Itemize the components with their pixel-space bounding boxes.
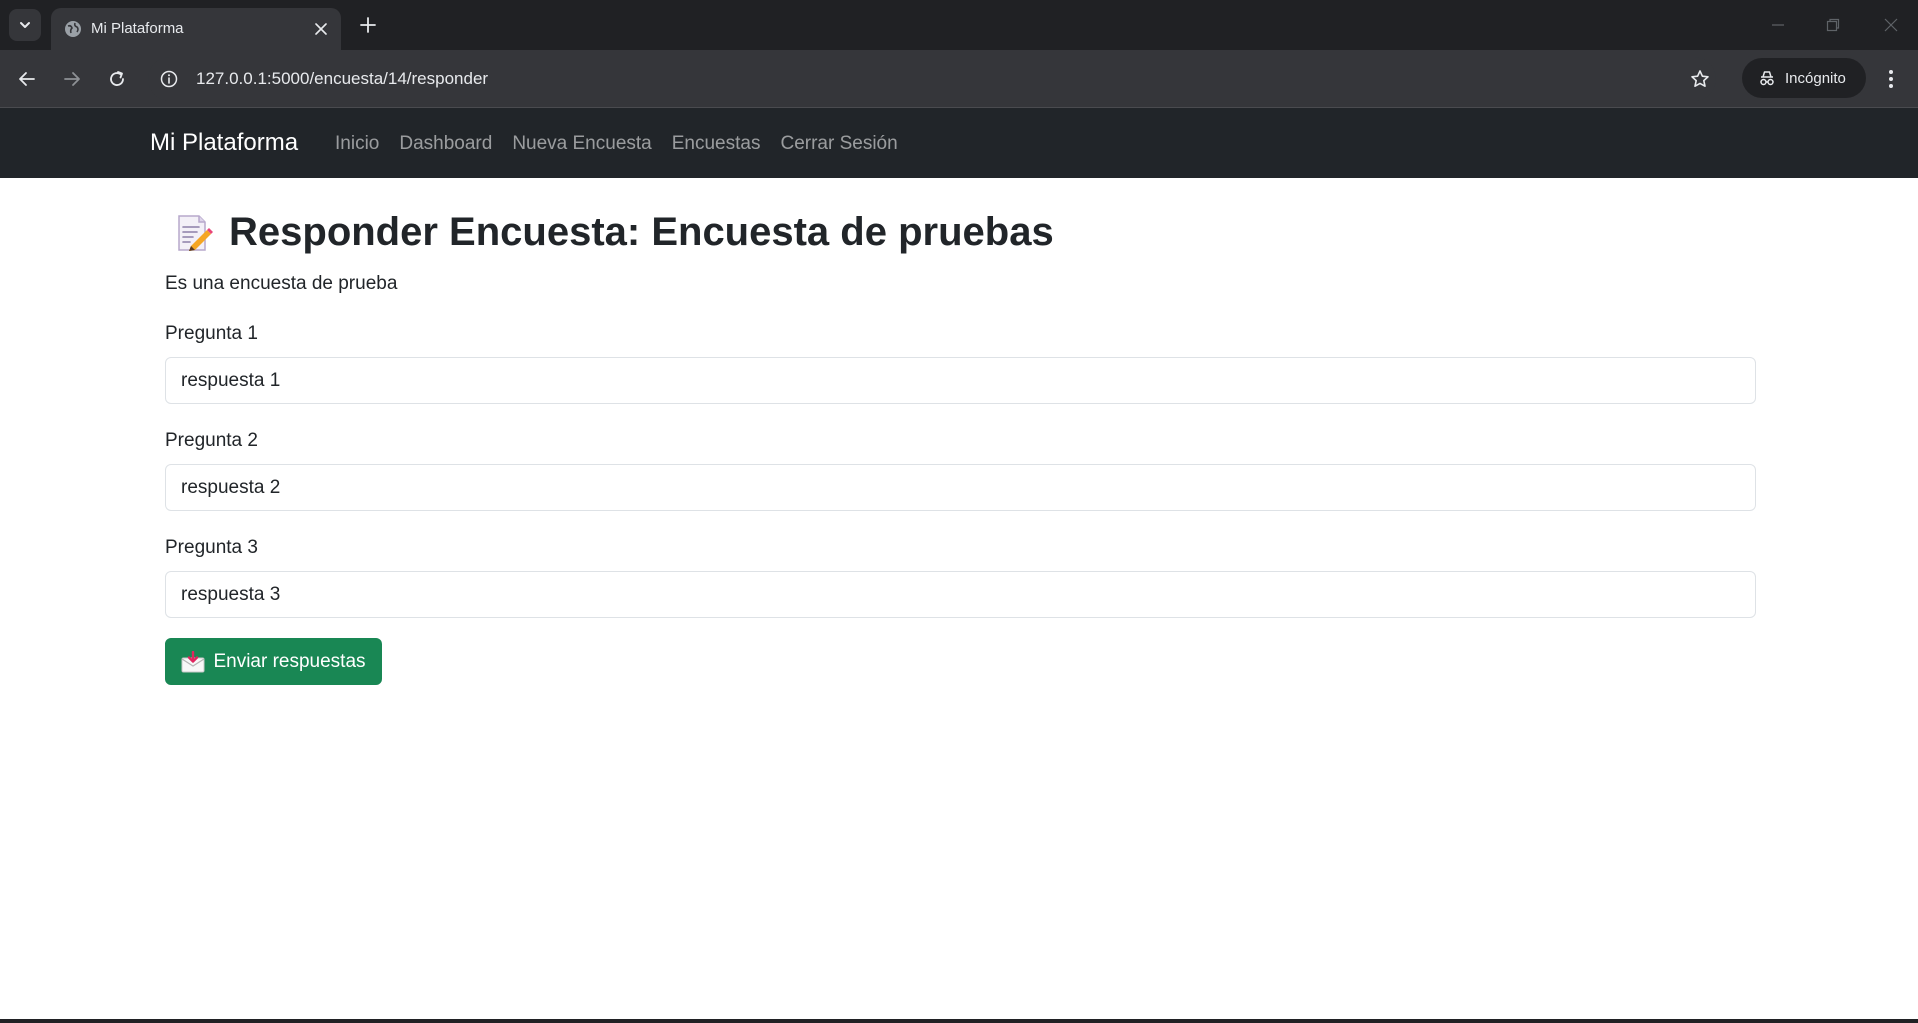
globe-icon <box>65 21 81 37</box>
nav-links: Inicio Dashboard Nueva Encuesta Encuesta… <box>335 133 898 155</box>
browser-toolbar: 127.0.0.1:5000/encuesta/14/responder Inc… <box>0 50 1918 108</box>
minimize-button[interactable] <box>1763 10 1793 40</box>
arrow-right-icon <box>64 72 80 86</box>
page-title-text: Responder Encuesta: Encuesta de pruebas <box>229 210 1054 254</box>
answer-input-2[interactable] <box>165 464 1756 511</box>
reload-icon <box>110 71 124 86</box>
minimize-icon <box>1772 24 1784 26</box>
answer-input-3[interactable] <box>165 571 1756 618</box>
submit-answers-button[interactable]: Enviar respuestas <box>165 638 382 685</box>
nav-link-cerrar-sesion[interactable]: Cerrar Sesión <box>780 133 897 155</box>
star-icon <box>1691 70 1709 87</box>
submit-button-label: Enviar respuestas <box>213 650 366 672</box>
question-label-2: Pregunta 2 <box>165 430 258 451</box>
nav-link-encuestas[interactable]: Encuestas <box>672 133 761 155</box>
tab-close-button[interactable] <box>311 19 331 39</box>
site-info-button[interactable] <box>158 68 180 90</box>
nav-link-dashboard[interactable]: Dashboard <box>399 133 492 155</box>
question-label-3: Pregunta 3 <box>165 537 258 558</box>
incognito-icon <box>1760 71 1774 86</box>
close-window-button[interactable] <box>1876 10 1906 40</box>
info-icon <box>160 70 178 88</box>
survey-description: Es una encuesta de prueba <box>165 273 398 294</box>
memo-icon <box>178 214 213 251</box>
more-vertical-icon <box>1889 70 1893 88</box>
close-icon <box>1884 18 1898 32</box>
site-navbar: Mi Plataforma Inicio Dashboard Nueva Enc… <box>0 108 1918 178</box>
restore-button[interactable] <box>1818 10 1848 40</box>
nav-link-nueva-encuesta[interactable]: Nueva Encuesta <box>512 133 651 155</box>
browser-menu-button[interactable] <box>1874 62 1908 96</box>
reload-button[interactable] <box>100 62 134 96</box>
tab-title: Mi Plataforma <box>91 20 184 37</box>
arrow-left-icon <box>19 72 35 86</box>
close-icon <box>315 23 327 35</box>
chevron-down-icon <box>20 22 30 28</box>
envelope-arrow-icon <box>181 650 205 672</box>
browser-tab-bar: Mi Plataforma <box>0 0 1918 50</box>
forward-button[interactable] <box>55 62 89 96</box>
window-bottom-border <box>0 1019 1918 1023</box>
plus-icon <box>360 17 376 33</box>
back-button[interactable] <box>10 62 44 96</box>
new-tab-button[interactable] <box>355 12 381 38</box>
question-label-1: Pregunta 1 <box>165 323 258 344</box>
bookmark-button[interactable] <box>1683 62 1717 96</box>
navbar-brand[interactable]: Mi Plataforma <box>150 129 298 157</box>
page-title: Responder Encuesta: Encuesta de pruebas <box>173 210 1054 255</box>
url-text: 127.0.0.1:5000/encuesta/14/responder <box>196 69 489 88</box>
incognito-indicator[interactable]: Incógnito <box>1742 58 1866 98</box>
tab-search-button[interactable] <box>9 9 41 41</box>
address-bar[interactable]: 127.0.0.1:5000/encuesta/14/responder <box>148 57 1716 101</box>
browser-tab[interactable]: Mi Plataforma <box>51 8 341 50</box>
answer-input-1[interactable] <box>165 357 1756 404</box>
incognito-label: Incógnito <box>1785 69 1846 87</box>
nav-link-inicio[interactable]: Inicio <box>335 133 379 155</box>
restore-icon <box>1826 18 1840 32</box>
